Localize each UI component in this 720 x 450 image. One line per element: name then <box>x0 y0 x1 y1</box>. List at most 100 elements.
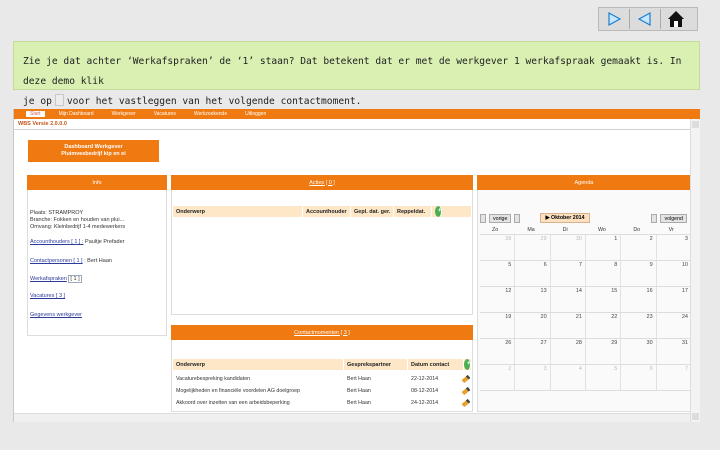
gegevens-werkgever-link[interactable]: Gegevens werkgever <box>30 312 82 318</box>
calendar-day[interactable]: 4 <box>551 365 586 390</box>
calendar-day[interactable]: 13 <box>515 287 551 312</box>
info-omvang: Omvang: Kleinbedrijf 1-4 medewerkers <box>30 224 126 230</box>
info-branche: Branche: Fokken en houden van plui... <box>30 217 125 223</box>
calendar-day[interactable]: 2 <box>621 235 657 260</box>
calendar-day[interactable]: 29 <box>586 339 622 364</box>
edit-pencil-icon[interactable] <box>461 386 471 395</box>
acties-add-cell: + <box>432 206 444 217</box>
table-row[interactable]: Vacaturebespreking kandidaten Bert Haan … <box>173 374 471 383</box>
calendar-day[interactable]: 30 <box>551 235 586 260</box>
calendar-day[interactable]: 6 <box>621 365 657 390</box>
vacatures-link[interactable]: Vacatures [ 3 ] <box>30 293 65 299</box>
info-accounthouders: Accounthouders [ 1 ] : Paultje Prefader <box>30 239 166 246</box>
col-datum-contact: Datum contact <box>408 359 464 370</box>
calendar-day[interactable]: 30 <box>621 339 657 364</box>
table-row[interactable]: Akkoord over inzetten van een arbeidsbep… <box>173 398 471 407</box>
menu-item-werkzoekende[interactable]: Werkzoekende <box>194 111 227 117</box>
col-gepland: Gepl. dat. ger. <box>351 206 394 217</box>
menu-item-werkgever[interactable]: Werkgever <box>112 111 136 117</box>
info-plaats: Plaats: STRAMPROY <box>30 210 84 216</box>
calendar-day[interactable]: 22 <box>586 313 622 338</box>
calendar-day[interactable]: 26 <box>480 339 516 364</box>
werkafspraken-link[interactable]: Werkafspraken <box>30 276 67 282</box>
contactmomenten-panel-header[interactable]: Contactmomenten [ 3 ] <box>171 325 473 340</box>
calendar-next-button[interactable]: volgend <box>660 213 687 223</box>
edit-pencil-icon[interactable] <box>461 374 471 383</box>
calendar-day[interactable]: 8 <box>586 261 622 286</box>
calendar-day[interactable]: 7 <box>551 261 586 286</box>
info-contactpersonen: Contactpersonen [ 1 ] : Bert Haan <box>30 258 166 265</box>
cell-datum: 22-12-2014 <box>411 375 439 382</box>
add-icon[interactable]: + <box>435 206 442 217</box>
play-back-icon[interactable] <box>630 8 660 30</box>
calendar-day[interactable]: 14 <box>551 287 586 312</box>
acties-panel-header[interactable]: Acties [ 0 ] <box>171 175 473 190</box>
cell-onderwerp: Mogelijkheden en financiële voordelen AG… <box>176 387 300 394</box>
contactpersoon-name: : Bert Haan <box>84 258 112 264</box>
info-werkafspraken: Werkafspraken [ 1 ] <box>30 275 166 283</box>
scroll-up-arrow[interactable] <box>692 121 699 128</box>
calendar-day[interactable]: 19 <box>480 313 516 338</box>
table-row[interactable]: Mogelijkheden en financiële voordelen AG… <box>173 386 471 395</box>
calendar-day[interactable]: 9 <box>621 261 657 286</box>
acties-table-header: Onderwerp Accounthouder Gepl. dat. ger. … <box>173 206 471 217</box>
calendar-month-label: Oktober 2014 <box>550 215 585 221</box>
calendar-day[interactable]: 5 <box>586 365 622 390</box>
calendar-prev-arrow[interactable] <box>480 213 486 223</box>
menu-item-vacatures[interactable]: Vacatures <box>154 111 176 117</box>
add-icon[interactable]: + <box>464 359 471 370</box>
calendar-day[interactable]: 3 <box>515 365 551 390</box>
info-panel: Plaats: STRAMPROY Branche: Fokken en hou… <box>27 190 167 336</box>
calendar-day[interactable]: 20 <box>515 313 551 338</box>
calendar-day[interactable]: 28 <box>480 235 516 260</box>
calendar-week: 19 20 21 22 23 24 <box>480 313 692 339</box>
home-icon[interactable] <box>661 8 691 30</box>
calendar-month: ▶ Oktober 2014 <box>540 213 590 223</box>
calendar-day[interactable]: 23 <box>621 313 657 338</box>
edit-pencil-icon[interactable] <box>461 398 471 407</box>
calendar-prev-arrow-2[interactable] <box>514 213 521 223</box>
scroll-down-arrow[interactable] <box>692 413 699 420</box>
calendar-day[interactable]: 10 <box>657 261 692 286</box>
calendar-prev-button[interactable]: vorige <box>489 213 512 223</box>
horizontal-scrollbar[interactable] <box>14 413 690 422</box>
col-onderwerp: Onderwerp <box>173 206 303 217</box>
calendar-day[interactable]: 15 <box>586 287 622 312</box>
calendar-day[interactable]: 2 <box>480 365 516 390</box>
calendar-day[interactable]: 16 <box>621 287 657 312</box>
vertical-scrollbar[interactable] <box>690 119 700 422</box>
calendar-week: 2 3 4 5 6 7 <box>480 365 692 391</box>
calendar-day[interactable]: 17 <box>657 287 692 312</box>
header-divider <box>14 129 690 130</box>
calendar-day[interactable]: 28 <box>551 339 586 364</box>
day-zo: Zo <box>492 227 499 233</box>
calendar-day[interactable]: 12 <box>480 287 516 312</box>
col-onderwerp: Onderwerp <box>173 359 344 370</box>
dashboard-title: Dashboard Werkgever Pluimveebedrijf kip … <box>28 140 159 162</box>
calendar-day[interactable]: 3 <box>657 235 692 260</box>
menu-item-dashboard[interactable]: Mijn Dashboard <box>59 111 94 117</box>
calendar-day[interactable]: 21 <box>551 313 586 338</box>
menu-item-start[interactable]: Start <box>26 111 45 117</box>
calendar-day[interactable]: 27 <box>515 339 551 364</box>
app-screenshot: Start Mijn Dashboard Werkgever Vacatures… <box>13 109 700 422</box>
calendar-day[interactable]: 6 <box>515 261 551 286</box>
calendar-day[interactable]: 5 <box>480 261 516 286</box>
calendar-day[interactable]: 31 <box>657 339 692 364</box>
cell-onderwerp: Vacaturebespreking kandidaten <box>176 375 251 382</box>
instruction-line-1: Zie je dat achter ‘Werkafspraken’ de ‘1’… <box>23 56 682 87</box>
calendar-day[interactable]: 7 <box>657 365 692 390</box>
menu-item-uitloggen[interactable]: Uitloggen <box>245 111 266 117</box>
calendar-day[interactable]: 1 <box>586 235 622 260</box>
cell-datum: 24-12-2014 <box>411 399 439 406</box>
calendar-day[interactable]: 29 <box>515 235 551 260</box>
cell-gesprekspartner: Bert Haan <box>347 387 371 394</box>
accounthouders-link[interactable]: Accounthouders [ 1 ] : <box>30 239 84 245</box>
contactmomenten-table-header: Onderwerp Gesprekspartner Datum contact … <box>173 359 471 370</box>
calendar-next-arrow[interactable] <box>651 213 658 223</box>
contactpersonen-link[interactable]: Contactpersonen [ 1 ] <box>30 258 83 264</box>
play-forward-icon[interactable] <box>599 8 629 30</box>
day-ma: Ma <box>527 227 535 233</box>
werkafspraken-count: [ 1 ] <box>68 275 82 283</box>
calendar-day[interactable]: 24 <box>657 313 692 338</box>
